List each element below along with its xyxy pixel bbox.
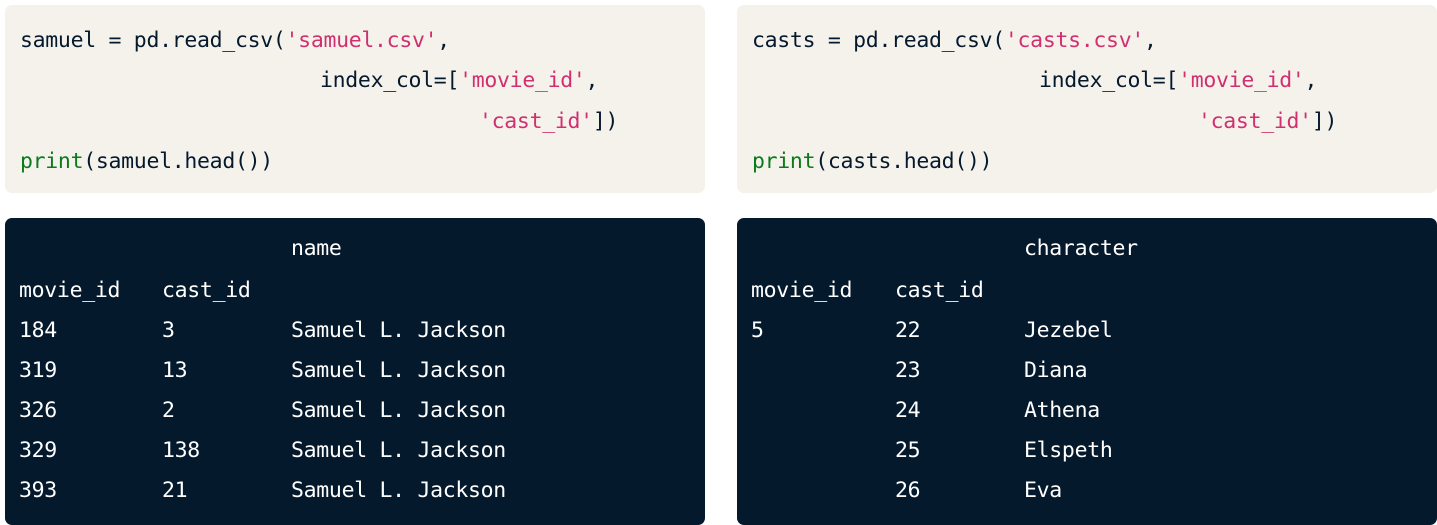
- index-header-movie-id: movie_id: [19, 278, 121, 303]
- value-cell: Samuel L. Jackson: [291, 478, 506, 503]
- movie-id-cell: 326: [19, 398, 57, 423]
- value-cell: Samuel L. Jackson: [291, 318, 506, 343]
- right-output-block: character movie_id cast_id 5 22 Jezebel …: [737, 218, 1437, 525]
- code-function: print: [20, 149, 84, 174]
- cast-id-cell: 26: [895, 478, 921, 503]
- value-cell: Samuel L. Jackson: [291, 438, 506, 463]
- code-string: 'movie_id': [459, 68, 586, 93]
- index-header-cast-id: cast_id: [895, 278, 984, 303]
- index-header-cast-id: cast_id: [162, 278, 251, 303]
- code-line-1: samuel = pd.read_csv('samuel.csv',: [20, 27, 450, 55]
- left-code-block: samuel = pd.read_csv('samuel.csv', index…: [5, 5, 705, 193]
- code-token: ,: [437, 28, 450, 53]
- code-string: 'cast_id': [479, 109, 593, 134]
- cast-id-cell: 13: [162, 358, 188, 383]
- code-string: 'movie_id': [1178, 68, 1305, 93]
- code-function: print: [752, 149, 816, 174]
- code-token: ,: [1304, 68, 1318, 93]
- value-cell: Samuel L. Jackson: [291, 358, 506, 383]
- code-string: 'casts.csv': [1004, 28, 1144, 53]
- code-line-1: casts = pd.read_csv('casts.csv',: [752, 27, 1157, 55]
- movie-id-cell: 319: [19, 358, 57, 383]
- code-token: index_col=[: [1039, 68, 1179, 93]
- code-line-4: print(samuel.head()): [20, 148, 273, 176]
- code-token: index_col=[: [320, 68, 460, 93]
- movie-id-cell: 393: [19, 478, 57, 503]
- code-token: ,: [585, 68, 599, 93]
- cast-id-cell: 22: [895, 318, 921, 343]
- cast-id-cell: 21: [162, 478, 188, 503]
- column-header: character: [1024, 236, 1138, 261]
- value-cell: Samuel L. Jackson: [291, 398, 506, 423]
- code-token: ]): [592, 109, 619, 134]
- cast-id-cell: 25: [895, 438, 921, 463]
- movie-id-cell: 329: [19, 438, 57, 463]
- code-line-3: 'cast_id']): [479, 108, 618, 136]
- code-token: (samuel.head()): [83, 149, 273, 174]
- cast-id-cell: 138: [162, 438, 200, 463]
- value-cell: Elspeth: [1024, 438, 1113, 463]
- value-cell: Eva: [1024, 478, 1062, 503]
- cast-id-cell: 2: [162, 398, 175, 423]
- code-string: 'samuel.csv': [285, 28, 438, 53]
- movie-id-cell: 184: [19, 318, 57, 343]
- index-header-movie-id: movie_id: [751, 278, 853, 303]
- value-cell: Jezebel: [1024, 318, 1113, 343]
- movie-id-cell: 5: [751, 318, 764, 343]
- code-token: samuel = pd.read_csv(: [20, 28, 286, 53]
- code-token: ]): [1311, 109, 1338, 134]
- right-code-block: casts = pd.read_csv('casts.csv', index_c…: [737, 5, 1437, 193]
- code-token: ,: [1143, 28, 1157, 53]
- code-line-4: print(casts.head()): [752, 148, 993, 176]
- left-output-block: name movie_id cast_id 184 3 Samuel L. Ja…: [5, 218, 705, 525]
- value-cell: Diana: [1024, 358, 1088, 383]
- column-header: name: [291, 236, 342, 261]
- cast-id-cell: 3: [162, 318, 175, 343]
- code-line-2: index_col=['movie_id',: [320, 67, 598, 95]
- code-line-2: index_col=['movie_id',: [1039, 67, 1317, 95]
- cast-id-cell: 24: [895, 398, 921, 423]
- code-line-3: 'cast_id']): [1198, 108, 1337, 136]
- cast-id-cell: 23: [895, 358, 921, 383]
- code-token: (casts.head()): [815, 149, 993, 174]
- value-cell: Athena: [1024, 398, 1100, 423]
- code-token: casts = pd.read_csv(: [752, 28, 1005, 53]
- code-string: 'cast_id': [1198, 109, 1312, 134]
